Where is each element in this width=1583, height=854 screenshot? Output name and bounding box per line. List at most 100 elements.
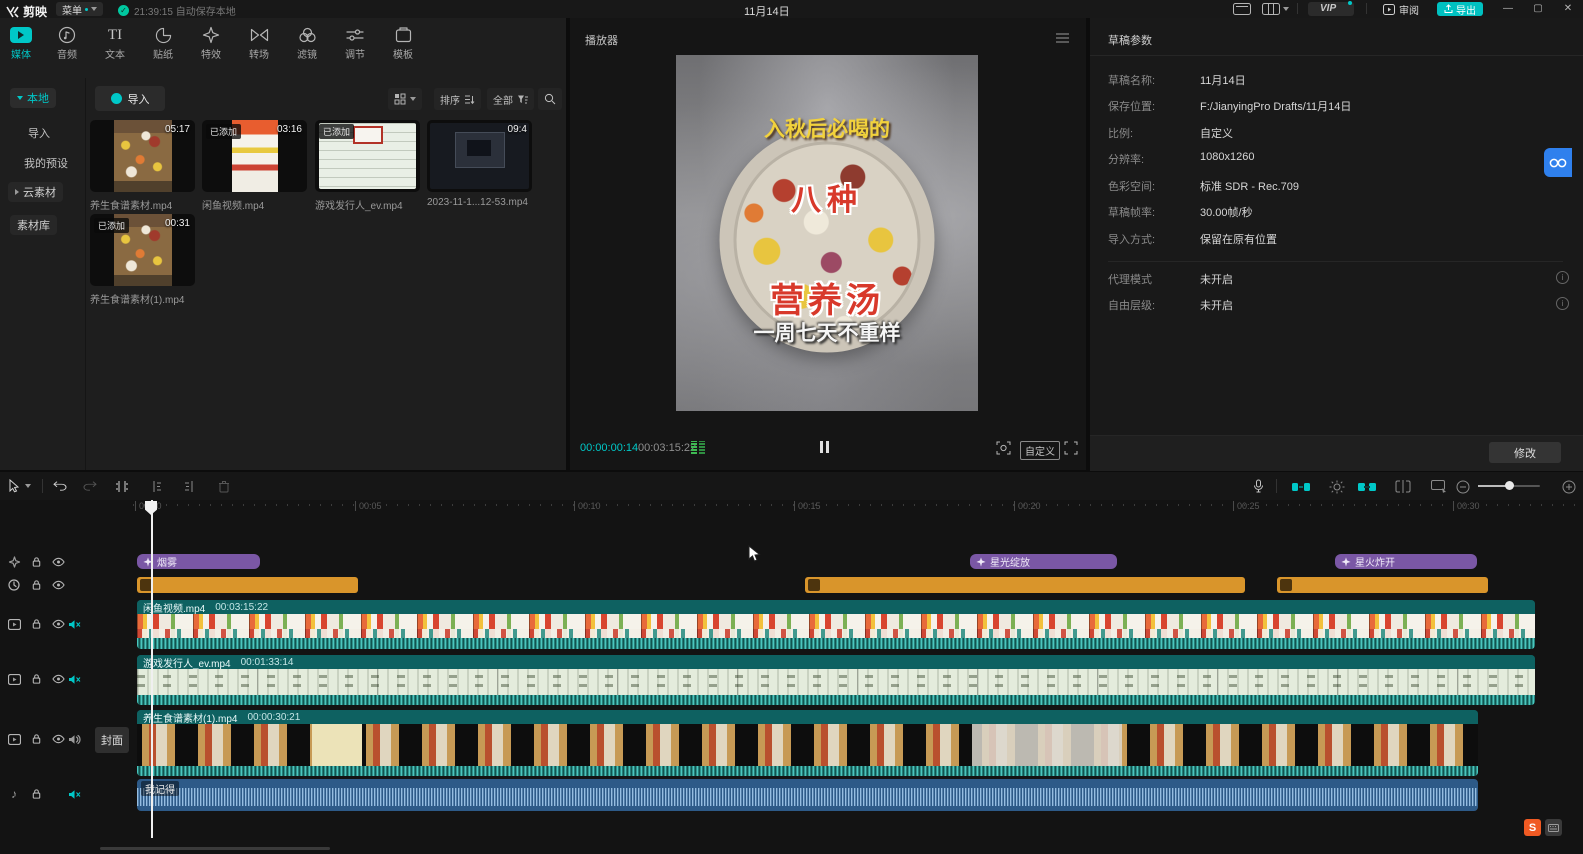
video-preview[interactable]: 入秋后必喝的 八种 营养汤 一周七天不重样 <box>676 55 978 411</box>
speaker-icon[interactable] <box>66 731 82 747</box>
auto-snap-toggle[interactable] <box>1326 479 1348 494</box>
eye-icon[interactable] <box>50 671 66 687</box>
main-track-magnet-toggle[interactable] <box>1290 479 1312 494</box>
tab-sticker[interactable]: 贴纸 <box>140 24 186 61</box>
lock-icon[interactable] <box>28 671 44 687</box>
audio-clip[interactable]: 我记得 <box>137 779 1478 811</box>
layout-split-icon[interactable] <box>1262 3 1289 15</box>
sort-button[interactable]: 排序 <box>434 88 481 110</box>
tab-adjust[interactable]: 调节 <box>332 24 378 61</box>
sticker-clip[interactable] <box>1277 577 1488 593</box>
preview-scale-icon[interactable] <box>996 441 1011 455</box>
lock-icon[interactable] <box>28 616 44 632</box>
sidebar-item-local[interactable]: 本地 <box>10 88 56 108</box>
maximize-button[interactable]: ▢ <box>1527 3 1549 14</box>
effect-icon <box>976 557 986 567</box>
modify-button[interactable]: 修改 <box>1489 442 1561 463</box>
media-item-thumb[interactable]: 09:4 <box>427 120 532 192</box>
sidebar-item-library[interactable]: 素材库 <box>10 215 57 235</box>
tab-template[interactable]: 模板 <box>380 24 426 61</box>
quality-selector[interactable]: 自定义 <box>1020 441 1060 460</box>
vip-button[interactable]: VIP <box>1308 2 1354 16</box>
mute-speaker-icon[interactable] <box>66 786 82 802</box>
slider-handle[interactable] <box>1505 481 1514 490</box>
media-item-thumb[interactable]: 已添加 03:16 <box>202 120 307 192</box>
info-icon[interactable]: i <box>1556 271 1569 284</box>
split-button[interactable] <box>112 477 132 495</box>
trim-left-button[interactable] <box>146 477 166 495</box>
fit-timeline-icon[interactable] <box>1428 479 1450 494</box>
eye-icon[interactable] <box>50 731 66 747</box>
media-item-thumb[interactable]: 05:17 <box>90 120 195 192</box>
effect-clip[interactable]: 星光绽放 <box>970 554 1117 569</box>
media-item-thumb[interactable]: 已添加 <box>315 120 420 192</box>
video-clip-soup[interactable]: 养生食谱素材(1).mp4 00:00:30:21 <box>137 710 1478 776</box>
player-menu-icon[interactable] <box>1056 33 1069 43</box>
tab-filter[interactable]: 滤镜 <box>284 24 330 61</box>
select-tool-dropdown[interactable] <box>22 477 34 495</box>
effect-clip[interactable]: 星火炸开 <box>1335 554 1477 569</box>
minimize-button[interactable]: — <box>1497 3 1519 14</box>
cover-button[interactable]: 封面 <box>95 727 129 753</box>
record-audio-button[interactable] <box>1248 477 1268 495</box>
undo-button[interactable] <box>50 477 70 495</box>
pause-button[interactable] <box>820 441 829 453</box>
eye-icon[interactable] <box>50 554 66 570</box>
select-tool-button[interactable] <box>4 477 24 495</box>
close-button[interactable]: ✕ <box>1557 3 1579 14</box>
param-value: 标准 SDR - Rec.709 <box>1200 178 1299 194</box>
mute-speaker-icon[interactable] <box>66 616 82 632</box>
lock-icon[interactable] <box>28 731 44 747</box>
view-mode-button[interactable] <box>388 88 422 110</box>
vip-label: VIP <box>1320 3 1336 14</box>
tab-audio[interactable]: 音频 <box>44 24 90 61</box>
sidebar-item-presets[interactable]: 我的预设 <box>24 155 68 171</box>
tab-effects[interactable]: 特效 <box>188 24 234 61</box>
trim-right-button[interactable] <box>180 477 200 495</box>
video-clip-game[interactable]: 游戏发行人_ev.mp4 00:01:33:14 <box>137 655 1535 705</box>
mute-speaker-icon[interactable] <box>66 671 82 687</box>
horizontal-scrollbar[interactable] <box>100 847 330 850</box>
sidebar-item-import[interactable]: 导入 <box>28 125 50 141</box>
eye-icon[interactable] <box>50 577 66 593</box>
fullscreen-icon[interactable] <box>1064 441 1078 455</box>
menu-button[interactable]: 菜单 <box>56 2 103 16</box>
effect-clip[interactable]: 烟雾 <box>137 554 260 569</box>
sticker-clip[interactable] <box>137 577 358 593</box>
lock-icon[interactable] <box>28 577 44 593</box>
linkage-toggle[interactable] <box>1356 479 1378 494</box>
playhead[interactable] <box>151 500 153 838</box>
tab-media[interactable]: 媒体 <box>0 24 44 61</box>
player-title: 播放器 <box>585 32 618 48</box>
eye-icon[interactable] <box>50 616 66 632</box>
media-item-thumb[interactable]: 已添加 00:31 <box>90 214 195 286</box>
lock-icon[interactable] <box>28 554 44 570</box>
sticker-clip[interactable] <box>805 577 1245 593</box>
added-badge: 已添加 <box>319 124 354 139</box>
info-icon[interactable]: i <box>1556 297 1569 310</box>
zoom-in-icon[interactable] <box>1558 479 1580 494</box>
delete-button[interactable] <box>214 477 234 495</box>
chevron-down-icon <box>1283 7 1289 11</box>
tab-transition[interactable]: 转场 <box>236 24 282 61</box>
video-clip-xianyu[interactable]: 闲鱼视频.mp4 00:03:15:22 <box>137 600 1535 649</box>
input-method-icon[interactable]: S <box>1524 819 1541 836</box>
export-button[interactable]: 导出 <box>1437 2 1483 16</box>
redo-button[interactable] <box>80 477 100 495</box>
timeline-ruler[interactable] <box>133 504 1583 506</box>
filter-button[interactable]: 全部 <box>487 88 534 110</box>
audio-meter-icon <box>691 441 705 454</box>
sidebar-item-cloud[interactable]: 云素材 <box>8 182 63 202</box>
lock-icon[interactable] <box>28 786 44 802</box>
import-button[interactable]: 导入 <box>95 86 165 111</box>
layout-one-icon[interactable] <box>1233 3 1251 15</box>
timeline-zoom-slider[interactable] <box>1478 485 1540 487</box>
search-button[interactable] <box>538 88 562 110</box>
sticker-clip-icon <box>1280 579 1292 591</box>
keyboard-icon[interactable] <box>1545 819 1562 836</box>
cloud-collab-floating-button[interactable] <box>1544 148 1572 177</box>
preview-axis-toggle[interactable] <box>1392 479 1414 494</box>
zoom-out-icon[interactable] <box>1452 479 1474 494</box>
tab-text[interactable]: TI 文本 <box>92 24 138 61</box>
review-button[interactable]: 审阅 <box>1383 2 1419 16</box>
